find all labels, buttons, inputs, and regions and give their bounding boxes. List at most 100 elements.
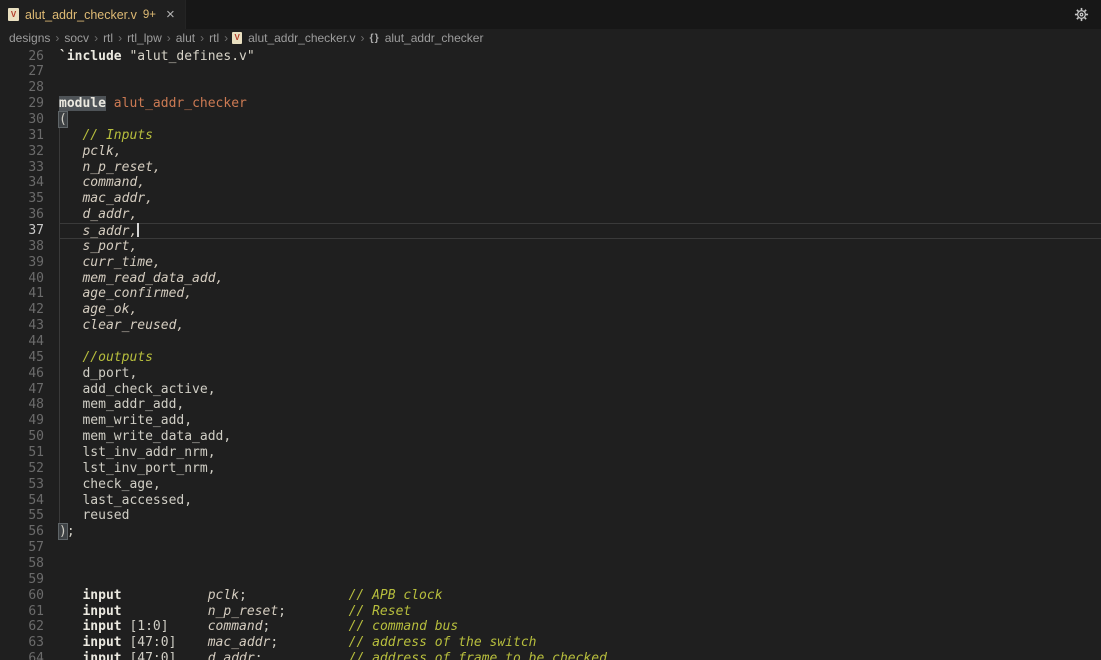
line-number[interactable]: 26 xyxy=(0,49,44,65)
code-line-content[interactable]: input [1:0] command; // command bus xyxy=(59,619,1101,635)
code-line-content[interactable]: check_age, xyxy=(59,477,1101,493)
code-line[interactable]: 59 xyxy=(0,572,1101,588)
code-line-content[interactable]: module alut_addr_checker xyxy=(59,96,1101,112)
line-number[interactable]: 51 xyxy=(0,445,44,461)
code-line[interactable]: 64 input [47:0] d_addr; // address of fr… xyxy=(0,651,1101,660)
line-number[interactable]: 43 xyxy=(0,318,44,334)
code-line[interactable]: 45 //outputs xyxy=(0,350,1101,366)
line-number[interactable]: 40 xyxy=(0,271,44,287)
code-line-content[interactable]: d_addr, xyxy=(59,207,1101,223)
breadcrumb-item-rtl_lpw[interactable]: rtl_lpw xyxy=(126,31,163,45)
code-line[interactable]: 31 // Inputs xyxy=(0,128,1101,144)
code-line-content[interactable]: mem_write_data_add, xyxy=(59,429,1101,445)
code-line-content[interactable]: clear_reused, xyxy=(59,318,1101,334)
line-number[interactable]: 55 xyxy=(0,508,44,524)
code-line[interactable]: 51 lst_inv_addr_nrm, xyxy=(0,445,1101,461)
line-number[interactable]: 49 xyxy=(0,413,44,429)
code-line[interactable]: 36 d_addr, xyxy=(0,207,1101,223)
line-number[interactable]: 27 xyxy=(0,64,44,80)
line-number[interactable]: 63 xyxy=(0,635,44,651)
line-number[interactable]: 42 xyxy=(0,302,44,318)
code-line[interactable]: 58 xyxy=(0,556,1101,572)
code-line-content[interactable]: s_port, xyxy=(59,239,1101,255)
breadcrumb-file[interactable]: alut_addr_checker.v xyxy=(247,31,356,45)
code-line[interactable]: 28 xyxy=(0,80,1101,96)
line-number[interactable]: 34 xyxy=(0,175,44,191)
line-number[interactable]: 54 xyxy=(0,493,44,509)
code-line[interactable]: 29 module alut_addr_checker xyxy=(0,96,1101,112)
code-line[interactable]: 57 xyxy=(0,540,1101,556)
code-line[interactable]: 26 `include "alut_defines.v" xyxy=(0,49,1101,65)
code-line[interactable]: 53 check_age, xyxy=(0,477,1101,493)
code-line[interactable]: 52 lst_inv_port_nrm, xyxy=(0,461,1101,477)
code-line[interactable]: 42 age_ok, xyxy=(0,302,1101,318)
code-line-content[interactable]: `include "alut_defines.v" xyxy=(59,49,1101,65)
tab-alut-addr-checker[interactable]: V alut_addr_checker.v 9+ × xyxy=(0,0,186,29)
breadcrumb-item-rtl[interactable]: rtl xyxy=(102,31,114,45)
code-line[interactable]: 44 xyxy=(0,334,1101,350)
line-number[interactable]: 46 xyxy=(0,366,44,382)
code-line-content[interactable]: mem_addr_add, xyxy=(59,397,1101,413)
line-number[interactable]: 62 xyxy=(0,619,44,635)
code-line-content[interactable] xyxy=(59,540,1101,556)
code-line[interactable]: 38 s_port, xyxy=(0,239,1101,255)
code-line[interactable]: 37 s_addr, xyxy=(0,223,1101,239)
code-line-content[interactable]: add_check_active, xyxy=(59,382,1101,398)
breadcrumb-item-socv[interactable]: socv xyxy=(63,31,90,45)
code-line-content[interactable]: lst_inv_port_nrm, xyxy=(59,461,1101,477)
code-line-content[interactable]: age_confirmed, xyxy=(59,286,1101,302)
code-line[interactable]: 27 xyxy=(0,64,1101,80)
code-line[interactable]: 43 clear_reused, xyxy=(0,318,1101,334)
code-line-content[interactable]: ( xyxy=(59,112,1101,128)
breadcrumb-symbol[interactable]: alut_addr_checker xyxy=(384,31,485,45)
code-line-content[interactable]: pclk, xyxy=(59,144,1101,160)
code-line-content[interactable]: lst_inv_addr_nrm, xyxy=(59,445,1101,461)
code-line-content[interactable]: n_p_reset, xyxy=(59,160,1101,176)
code-line[interactable]: 40 mem_read_data_add, xyxy=(0,271,1101,287)
code-line-content[interactable] xyxy=(59,80,1101,96)
line-number[interactable]: 33 xyxy=(0,160,44,176)
code-line[interactable]: 41 age_confirmed, xyxy=(0,286,1101,302)
line-number[interactable]: 30 xyxy=(0,112,44,128)
close-icon[interactable]: × xyxy=(166,7,175,22)
code-line[interactable]: 32 pclk, xyxy=(0,144,1101,160)
code-line-content[interactable] xyxy=(59,556,1101,572)
code-line-content[interactable]: d_port, xyxy=(59,366,1101,382)
code-line-content[interactable]: s_addr, xyxy=(59,223,1101,239)
code-line[interactable]: 46 d_port, xyxy=(0,366,1101,382)
line-number[interactable]: 57 xyxy=(0,540,44,556)
code-line-content[interactable]: last_accessed, xyxy=(59,493,1101,509)
code-line[interactable]: 48 mem_addr_add, xyxy=(0,397,1101,413)
code-line-content[interactable] xyxy=(59,572,1101,588)
code-line-content[interactable] xyxy=(59,64,1101,80)
code-line-content[interactable]: curr_time, xyxy=(59,255,1101,271)
line-number[interactable]: 32 xyxy=(0,144,44,160)
code-line-content[interactable]: reused xyxy=(59,508,1101,524)
line-number[interactable]: 53 xyxy=(0,477,44,493)
line-number[interactable]: 61 xyxy=(0,604,44,620)
code-line[interactable]: 30 ( xyxy=(0,112,1101,128)
breadcrumb-item-alut[interactable]: alut xyxy=(175,31,196,45)
code-line[interactable]: 49 mem_write_add, xyxy=(0,413,1101,429)
code-line[interactable]: 60 input pclk; // APB clock xyxy=(0,588,1101,604)
line-number[interactable]: 58 xyxy=(0,556,44,572)
code-line-content[interactable]: input pclk; // APB clock xyxy=(59,588,1101,604)
line-number[interactable]: 59 xyxy=(0,572,44,588)
breadcrumb-item-designs[interactable]: designs xyxy=(8,31,51,45)
code-line-content[interactable]: //outputs xyxy=(59,350,1101,366)
line-number[interactable]: 37 xyxy=(0,223,44,239)
code-line[interactable]: 35 mac_addr, xyxy=(0,191,1101,207)
line-number[interactable]: 29 xyxy=(0,96,44,112)
code-line-content[interactable]: ); xyxy=(59,524,1101,540)
line-number[interactable]: 41 xyxy=(0,286,44,302)
line-number[interactable]: 56 xyxy=(0,524,44,540)
gear-icon[interactable] xyxy=(1074,7,1089,22)
code-line[interactable]: 34 command, xyxy=(0,175,1101,191)
line-number[interactable]: 31 xyxy=(0,128,44,144)
code-line-content[interactable]: age_ok, xyxy=(59,302,1101,318)
line-number[interactable]: 64 xyxy=(0,651,44,660)
line-number[interactable]: 50 xyxy=(0,429,44,445)
code-line-content[interactable]: command, xyxy=(59,175,1101,191)
code-line[interactable]: 55 reused xyxy=(0,508,1101,524)
code-line[interactable]: 63 input [47:0] mac_addr; // address of … xyxy=(0,635,1101,651)
